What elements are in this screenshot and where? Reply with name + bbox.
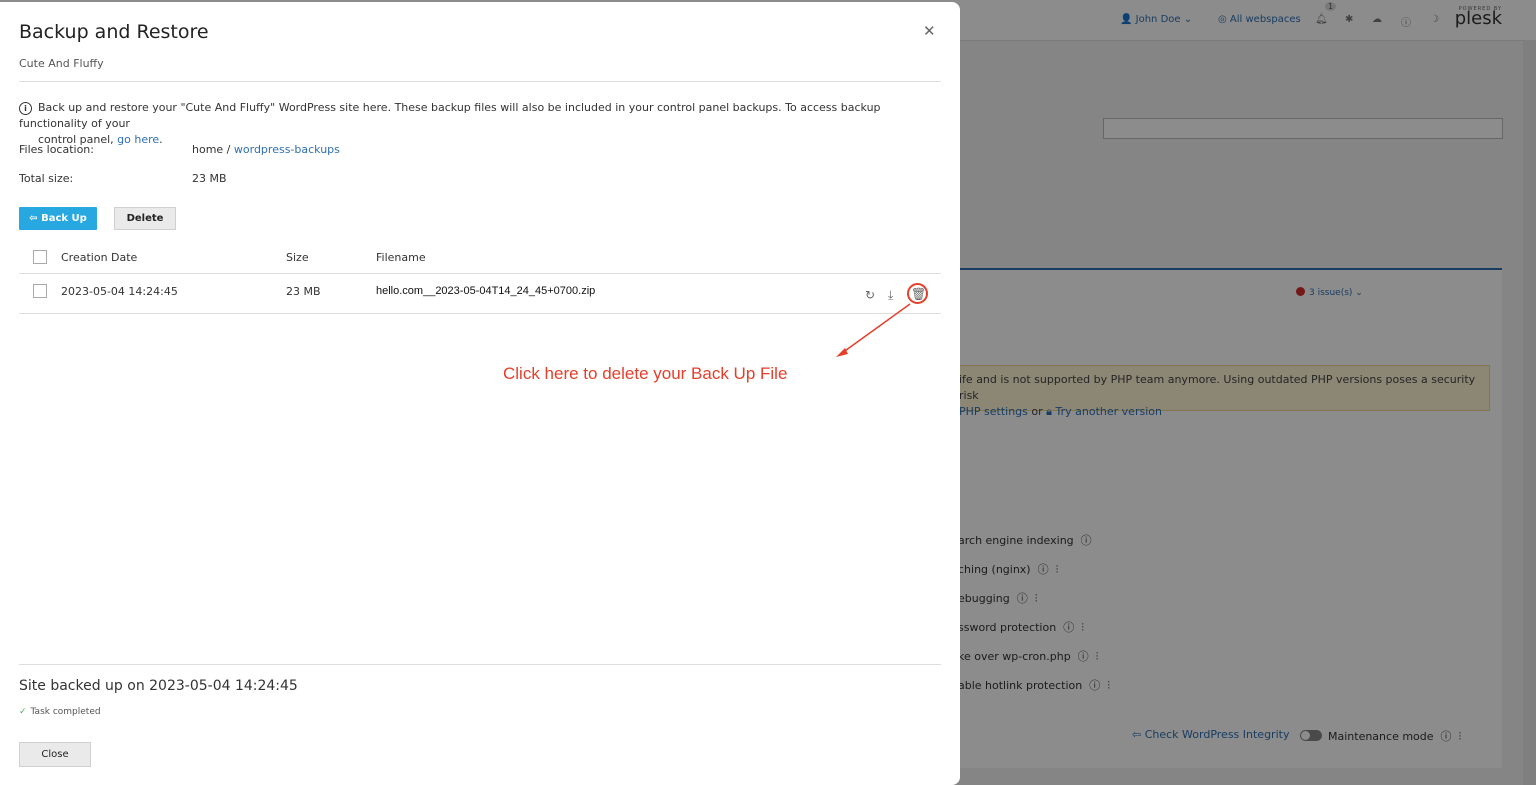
annotation-arrow (836, 303, 911, 357)
task-status: ✓ Task completed (19, 707, 101, 717)
footer-title: Site backed up on 2023-05-04 14:24:45 (19, 678, 298, 694)
backup-restore-dialog: Backup and Restore Cute And Fluffy ✕ i Ba… (0, 2, 960, 785)
footer-divider (19, 664, 941, 665)
checkmark-icon: ✓ (19, 707, 27, 717)
task-status-label: Task completed (30, 707, 101, 717)
annotation-text: Click here to delete your Back Up File (503, 364, 788, 383)
close-button[interactable]: Close (19, 742, 91, 767)
